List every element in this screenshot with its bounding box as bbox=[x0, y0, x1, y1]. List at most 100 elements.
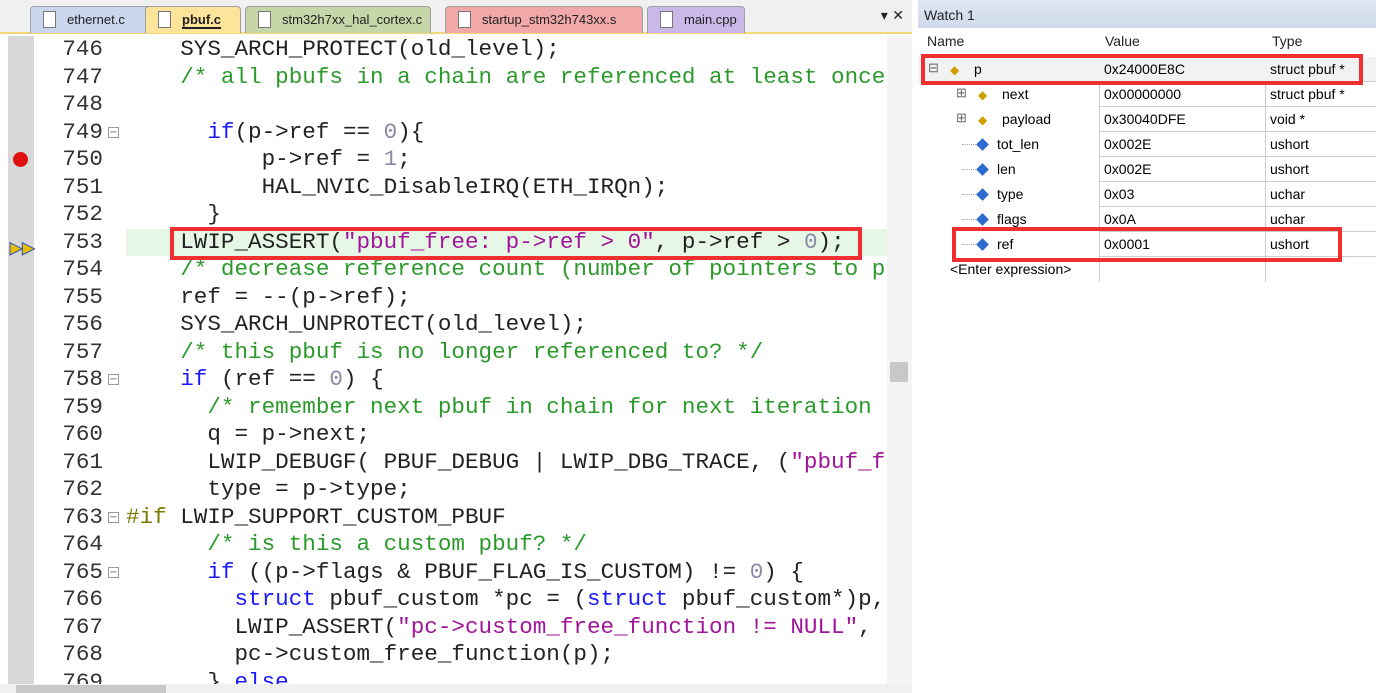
line-number: 752 bbox=[62, 201, 103, 227]
code-token: 1 bbox=[383, 146, 398, 172]
code-editor: ethernet.c pbuf.c stm32h7xx_hal_cortex.c st… bbox=[0, 0, 912, 693]
tab-main-cpp[interactable]: main.cpp bbox=[647, 6, 745, 33]
code-token: ref = --(p->ref); bbox=[126, 283, 411, 310]
watch-value[interactable]: 0x0A bbox=[1104, 211, 1136, 227]
code-text: SYS_ARCH_UNPROTECT(old_level); bbox=[126, 311, 587, 339]
watch-value[interactable]: 0x002E bbox=[1104, 161, 1151, 177]
code-token: ) { bbox=[763, 558, 804, 585]
code-text: /* remember next pbuf in chain for next … bbox=[126, 394, 871, 422]
watch-value[interactable]: 0x03 bbox=[1104, 186, 1134, 202]
code-text: if(p->ref == 0){ bbox=[126, 119, 424, 147]
code-token: SYS_ARCH_PROTECT(old_level); bbox=[126, 36, 560, 62]
code-line: 756 SYS_ARCH_UNPROTECT(old_level); bbox=[0, 311, 887, 339]
tab-stm32h7xx_hal_cortex-c[interactable]: stm32h7xx_hal_cortex.c bbox=[245, 6, 431, 33]
code-token: pbuf_custom*)p, bbox=[668, 586, 886, 612]
code-token: if bbox=[207, 558, 235, 585]
tab-startup_stm32h743xx-s[interactable]: startup_stm32h743xx.s bbox=[445, 6, 643, 33]
watch-value[interactable]: 0x00000000 bbox=[1104, 86, 1181, 102]
code-token: HAL_NVIC_DisableIRQ(ETH_IRQn); bbox=[126, 173, 669, 200]
struct-icon: ◆ bbox=[978, 88, 988, 102]
watch-value[interactable]: 0x30040DFE bbox=[1104, 111, 1186, 127]
watch-name-text: flags bbox=[997, 211, 1027, 227]
code-token: SYS_ARCH_UNPROTECT(old_level); bbox=[126, 311, 587, 337]
code-token: if bbox=[180, 366, 208, 392]
line-number: 755 bbox=[62, 283, 103, 310]
code-token: pbuf_custom *pc = ( bbox=[315, 586, 587, 612]
line-number: 760 bbox=[62, 421, 103, 447]
enter-expression[interactable]: <Enter expression> bbox=[950, 261, 1071, 277]
code-token: "pbuf_f bbox=[790, 448, 886, 475]
line-number: 754 bbox=[62, 256, 103, 282]
tab-pbuf-c[interactable]: pbuf.c bbox=[145, 6, 241, 33]
watch-type: struct pbuf * bbox=[1270, 86, 1345, 102]
watch-row-type[interactable]: type 0x03 uchar bbox=[918, 182, 1376, 207]
fold-toggle-icon[interactable]: − bbox=[108, 374, 119, 385]
code-line: 763− #if LWIP_SUPPORT_CUSTOM_PBUF bbox=[0, 504, 887, 532]
fold-toggle-icon[interactable]: − bbox=[108, 566, 119, 578]
code-text: #if LWIP_SUPPORT_CUSTOM_PBUF bbox=[126, 504, 506, 532]
code-line: 748 bbox=[0, 91, 887, 119]
code-line: 761 LWIP_DEBUGF( PBUF_DEBUG | LWIP_DBG_T… bbox=[0, 449, 887, 477]
code-line: 755 ref = --(p->ref); bbox=[0, 284, 887, 312]
watch-type: uchar bbox=[1270, 186, 1306, 202]
code-text: /* this pbuf is no longer referenced to?… bbox=[126, 339, 763, 367]
code-token: ((p->flags & PBUF_FLAG_IS_CUSTOM) != bbox=[234, 558, 750, 585]
column-value[interactable]: Value bbox=[1105, 33, 1140, 49]
tab-ethernet-c[interactable]: ethernet.c bbox=[30, 6, 158, 33]
watch-type: ushort bbox=[1270, 161, 1309, 177]
code-text: q = p->next; bbox=[126, 421, 370, 449]
vertical-scrollbar[interactable] bbox=[887, 36, 912, 684]
line-number: 769 bbox=[62, 668, 103, 685]
code-text: LWIP_DEBUGF( PBUF_DEBUG | LWIP_DBG_TRACE… bbox=[126, 449, 885, 477]
line-number: 766 bbox=[62, 586, 103, 612]
code-text: struct pbuf_custom *pc = (struct pbuf_cu… bbox=[126, 586, 885, 614]
code-text: if (ref == 0) { bbox=[126, 366, 383, 394]
code-token: pc->custom_free_function(p); bbox=[126, 641, 615, 667]
line-number: 761 bbox=[62, 448, 103, 475]
code-token: struct bbox=[587, 586, 669, 612]
breakpoint-icon[interactable] bbox=[13, 152, 28, 167]
column-name[interactable]: Name bbox=[927, 33, 964, 49]
code-text: /* decrease reference count (number of p… bbox=[126, 256, 885, 284]
code-token: struct bbox=[234, 586, 316, 612]
column-type[interactable]: Type bbox=[1272, 33, 1302, 49]
file-icon bbox=[660, 11, 673, 28]
code-line: 765− if ((p->flags & PBUF_FLAG_IS_CUSTOM… bbox=[0, 559, 887, 587]
watch-row-next[interactable]: ⊞ ◆ next 0x00000000 struct pbuf * bbox=[918, 82, 1376, 107]
code-area[interactable]: 746 SYS_ARCH_PROTECT(old_level); 747 /* a… bbox=[0, 36, 887, 684]
fold-toggle-icon[interactable]: − bbox=[108, 511, 119, 523]
tab-label: stm32h7xx_hal_cortex.c bbox=[282, 12, 423, 27]
code-token: (p->ref == bbox=[234, 118, 384, 145]
code-line: 758− if (ref == 0) { bbox=[0, 366, 887, 394]
hscroll-thumb[interactable] bbox=[16, 685, 166, 693]
expand-toggle-icon[interactable]: ⊞ bbox=[956, 85, 967, 101]
code-line: 759 /* remember next pbuf in chain for n… bbox=[0, 394, 887, 422]
line-number: 759 bbox=[62, 393, 103, 420]
horizontal-scrollbar[interactable] bbox=[0, 684, 912, 693]
watch-value[interactable]: 0x002E bbox=[1104, 136, 1151, 152]
fold-toggle-icon[interactable]: − bbox=[108, 126, 119, 138]
line-number: 756 bbox=[62, 311, 103, 337]
watch-row-payload[interactable]: ⊞ ◆ payload 0x30040DFE void * bbox=[918, 107, 1376, 132]
watch-name: len bbox=[976, 161, 1016, 177]
watch-row-len[interactable]: len 0x002E ushort bbox=[918, 157, 1376, 182]
watch-row-tot_len[interactable]: tot_len 0x002E ushort bbox=[918, 132, 1376, 157]
tab-label: startup_stm32h743xx.s bbox=[482, 12, 617, 27]
field-icon bbox=[976, 163, 989, 176]
code-line: 767 LWIP_ASSERT("pc->custom_free_functio… bbox=[0, 614, 887, 642]
code-token: type = p->type; bbox=[126, 476, 411, 502]
expand-toggle-icon[interactable]: ⊞ bbox=[956, 110, 967, 126]
code-token: #if bbox=[126, 503, 167, 530]
line-number: 768 bbox=[62, 641, 103, 667]
code-token: /* this pbuf is no longer referenced to?… bbox=[126, 338, 764, 365]
scroll-thumb[interactable] bbox=[890, 362, 908, 382]
code-token: "pc->custom_free_function != NULL" bbox=[397, 613, 859, 640]
code-token: if bbox=[207, 118, 235, 145]
tab-controls[interactable]: ▾ ✕ bbox=[881, 8, 904, 24]
code-text: SYS_ARCH_PROTECT(old_level); bbox=[126, 36, 560, 64]
code-line: 768 pc->custom_free_function(p); bbox=[0, 641, 887, 669]
watch-name-text: next bbox=[1002, 86, 1029, 102]
code-token: /* is this a custom pbuf? */ bbox=[126, 531, 587, 557]
field-icon bbox=[976, 138, 989, 151]
